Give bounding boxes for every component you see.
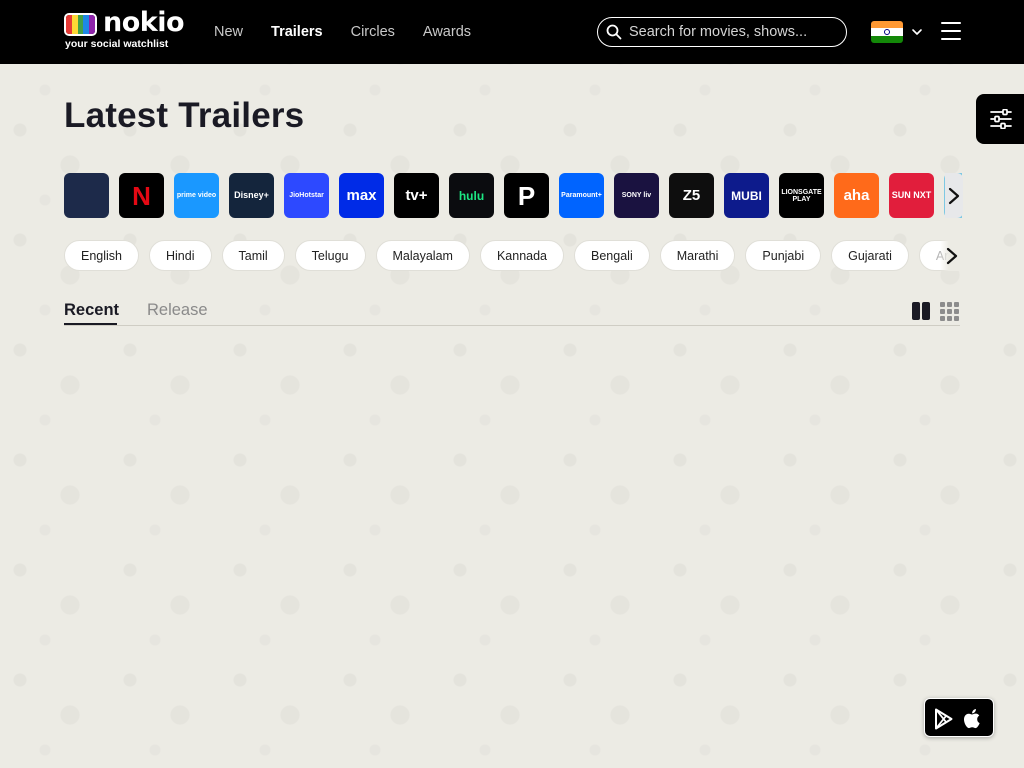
language-chip-marathi[interactable]: Marathi (659, 240, 736, 271)
chevron-right-icon (946, 247, 958, 265)
provider-label: aha (843, 187, 870, 204)
nokio-logo[interactable]: nokio your social watchlist (64, 7, 185, 51)
provider-jiohotstar[interactable]: JioHotstar (284, 173, 329, 218)
app-download-badge[interactable] (924, 698, 994, 737)
search-icon (606, 24, 622, 40)
provider-aha[interactable]: aha (834, 173, 879, 218)
provider-lionsgate-play[interactable]: LIONSGATE PLAY (779, 173, 824, 218)
provider-disney-plus[interactable]: Disney+ (229, 173, 274, 218)
provider-label: MUBI (731, 188, 762, 203)
logo-tv-icon (64, 13, 97, 36)
provider-label: tv+ (405, 187, 428, 204)
provider-sony-liv[interactable]: SONY liv (614, 173, 659, 218)
google-play-icon (935, 708, 953, 730)
filter-button[interactable] (976, 94, 1024, 144)
provider-mubi[interactable]: MUBI (724, 173, 769, 218)
tabs-divider (64, 325, 960, 326)
provider-sun-nxt[interactable]: SUN NXT (889, 173, 934, 218)
provider-label: Paramount+ (561, 192, 602, 199)
provider-apple-tv-plus[interactable]: tv+ (394, 173, 439, 218)
provider-paramount-plus[interactable]: Paramount+ (559, 173, 604, 218)
language-chip-kannada[interactable]: Kannada (479, 240, 565, 271)
tab-release[interactable]: Release (147, 301, 208, 320)
nav-trailers[interactable]: Trailers (271, 22, 323, 42)
language-chip-gujarati[interactable]: Gujarati (831, 240, 909, 271)
provider-netflix[interactable]: N (119, 173, 164, 218)
provider-prime-video[interactable]: prime video (174, 173, 219, 218)
language-chip-malayalam[interactable]: Malayalam (375, 240, 470, 271)
apple-icon (964, 709, 980, 729)
provider-label: SONY liv (621, 192, 652, 199)
two-column-view-icon[interactable] (912, 302, 930, 320)
provider-max[interactable]: max (339, 173, 384, 218)
logo-wordmark: nokio (103, 7, 185, 38)
nav-awards[interactable]: Awards (423, 22, 471, 42)
provider-label: N (132, 180, 151, 211)
provider-label: prime video (176, 192, 217, 199)
provider-label: Z5 (682, 187, 701, 204)
language-chip-tamil[interactable]: Tamil (221, 240, 285, 271)
provider-label: SUN NXT (891, 190, 932, 200)
provider-label: Disney+ (234, 190, 269, 200)
chevron-right-icon (948, 187, 960, 205)
provider-label: P (517, 180, 536, 211)
nav-new[interactable]: New (214, 22, 243, 42)
search-box[interactable] (597, 17, 847, 47)
language-chip-hindi[interactable]: Hindi (149, 240, 212, 271)
chevron-down-icon[interactable] (911, 26, 923, 38)
nav-circles[interactable]: Circles (351, 22, 395, 42)
provider-label: LIONSGATE PLAY (781, 188, 822, 203)
tab-recent[interactable]: Recent (64, 301, 119, 320)
language-chip-punjabi[interactable]: Punjabi (745, 240, 822, 271)
hamburger-menu-icon[interactable] (941, 22, 961, 40)
provider-hulu[interactable]: hulu (449, 173, 494, 218)
provider-all-providers[interactable] (64, 173, 109, 218)
flag-india-icon[interactable] (871, 21, 903, 43)
provider-peacock[interactable]: P (504, 173, 549, 218)
search-input[interactable] (629, 24, 834, 40)
language-next-button[interactable] (940, 240, 962, 271)
language-filter-row: English Hindi Tamil Telugu Malayalam Kannada B… (64, 240, 962, 273)
sliders-icon (990, 109, 1012, 129)
provider-carousel: Nprime video Disney+ JioHotstar max tv+ hulu P… (64, 173, 962, 220)
page-title: Latest Trailers (64, 96, 305, 135)
provider-next-button[interactable] (945, 173, 963, 218)
provider-label: JioHotstar (289, 192, 324, 199)
top-navigation-bar: nokio your social watchlist New Trailers… (0, 0, 1024, 64)
language-chip-telugu[interactable]: Telugu (294, 240, 366, 271)
language-chip-bengali[interactable]: Bengali (574, 240, 650, 271)
provider-label: max (346, 187, 377, 204)
logo-tagline: your social watchlist (65, 38, 169, 50)
provider-zee5[interactable]: Z5 (669, 173, 714, 218)
grid-view-icon[interactable] (940, 302, 959, 321)
language-chip-english[interactable]: English (64, 240, 139, 271)
main-nav: New Trailers Circles Awards (214, 22, 499, 42)
provider-label: hulu (458, 188, 485, 203)
